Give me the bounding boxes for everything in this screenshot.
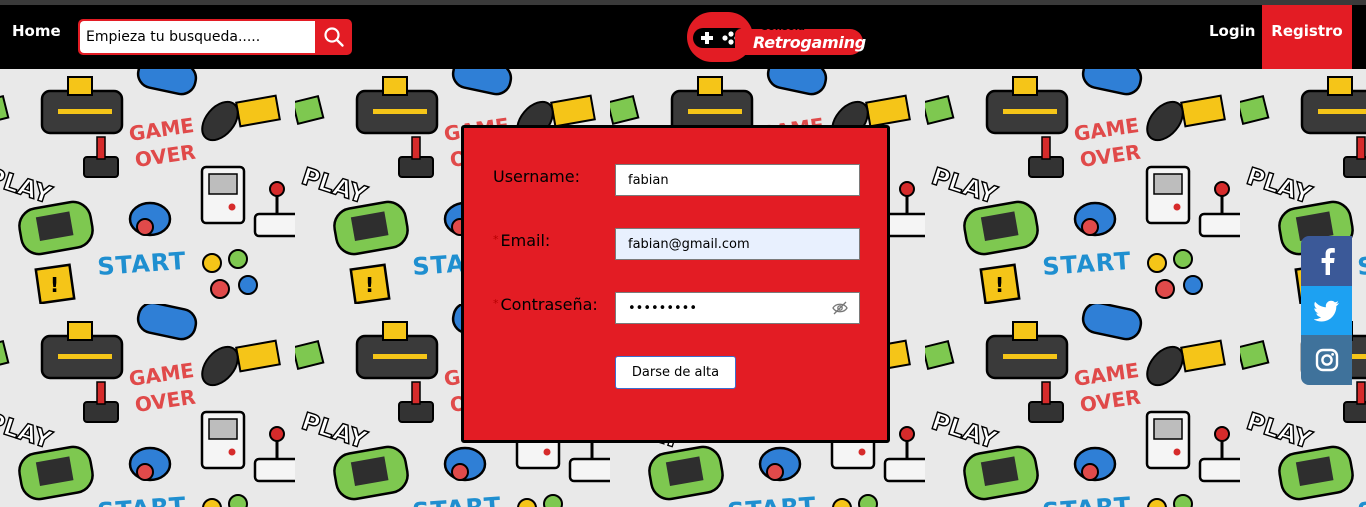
search-bar xyxy=(78,19,352,55)
password-field[interactable] xyxy=(615,292,860,324)
email-label-text: Email: xyxy=(500,231,551,250)
username-label: Username: xyxy=(493,167,580,186)
logo-subtitle: Consola xyxy=(761,22,806,33)
social-sidebar xyxy=(1301,236,1352,385)
instagram-button[interactable] xyxy=(1301,335,1352,385)
password-label: * Contraseña: xyxy=(493,295,598,314)
required-mark: * xyxy=(493,233,499,246)
email-label: * Email: xyxy=(493,231,550,250)
navbar: Home Consola Retrogaming .es Log xyxy=(0,5,1366,69)
signup-form: Username: *Email: *Contraseña: Darse de … xyxy=(461,125,890,443)
instagram-icon xyxy=(1315,348,1338,372)
email-field[interactable] xyxy=(615,228,860,260)
search-icon xyxy=(324,27,344,47)
nav-login-link[interactable]: Login xyxy=(1209,22,1255,40)
nav-registro-button[interactable]: Registro xyxy=(1262,5,1352,69)
password-row: * Contraseña: xyxy=(464,292,887,324)
email-row: * Email: xyxy=(464,228,887,260)
site-logo[interactable]: Consola Retrogaming .es xyxy=(683,8,867,68)
facebook-icon xyxy=(1321,248,1335,275)
twitter-button[interactable] xyxy=(1301,286,1352,336)
facebook-button[interactable] xyxy=(1301,236,1352,286)
username-field[interactable] xyxy=(615,164,860,196)
logo-title: Retrogaming xyxy=(753,33,866,52)
twitter-icon xyxy=(1313,300,1339,322)
logo-domain: .es xyxy=(827,53,841,62)
darse-de-alta-button[interactable]: Darse de alta xyxy=(615,356,736,389)
search-input[interactable] xyxy=(80,21,315,53)
password-label-text: Contraseña: xyxy=(500,295,598,314)
nav-home-link[interactable]: Home xyxy=(12,22,61,40)
required-mark: * xyxy=(493,297,499,310)
username-row: Username: xyxy=(464,164,887,196)
search-button[interactable] xyxy=(316,19,352,55)
eye-slash-icon[interactable] xyxy=(831,300,849,316)
